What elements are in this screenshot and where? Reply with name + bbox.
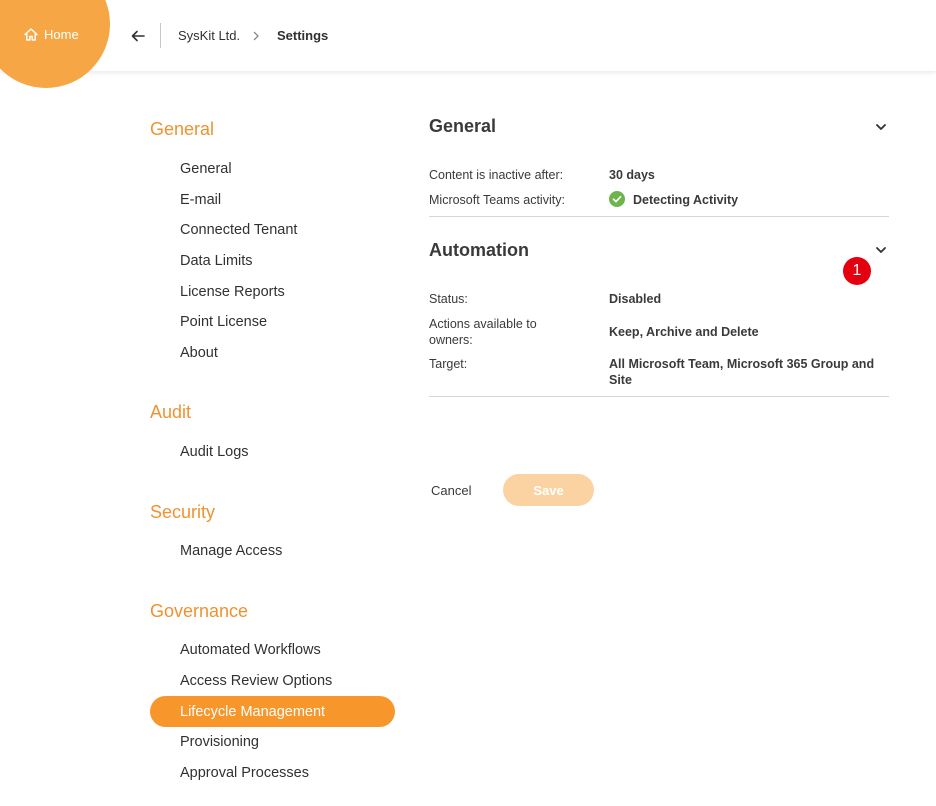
sidebar-item-provisioning[interactable]: Provisioning [180, 734, 259, 750]
home-icon [24, 28, 38, 41]
home-button[interactable]: Home [24, 27, 79, 42]
check-circle-icon [609, 191, 625, 207]
actions-label: Actions available to owners: [429, 317, 537, 347]
top-bar: Home SysKit Ltd. Settings [0, 0, 936, 88]
inactive-after-value: 30 days [609, 168, 655, 182]
nav-group-audit: Audit [150, 402, 192, 422]
status-value: Disabled [609, 292, 662, 306]
sidebar-item-automated-workflows[interactable]: Automated Workflows [180, 642, 321, 658]
target-value: All Microsoft Team, Microsoft 365 Group … [609, 357, 875, 387]
sidebar-item-lifecycle-management[interactable]: Lifecycle Management [180, 704, 325, 720]
header-divider [160, 23, 161, 48]
home-label: Home [44, 27, 79, 42]
sidebar-item-general[interactable]: General [180, 161, 232, 177]
general-section-title: General [429, 116, 497, 136]
sidebar-item-connected-tenant[interactable]: Connected Tenant [180, 222, 297, 238]
inactive-after-label: Content is inactive after: [429, 168, 564, 182]
teams-activity-label: Microsoft Teams activity: [429, 193, 565, 207]
automation-section-title: Automation [429, 240, 529, 260]
sidebar-item-email[interactable]: E-mail [180, 192, 221, 208]
callout-badge: 1 [843, 257, 871, 285]
nav-group-governance: Governance [150, 601, 249, 621]
sidebar-item-manage-access[interactable]: Manage Access [180, 543, 282, 559]
target-label: Target: [429, 357, 468, 371]
nav-group-general: General [150, 119, 215, 139]
sidebar-item-point-license[interactable]: Point License [180, 314, 267, 330]
sidebar-item-access-review-options[interactable]: Access Review Options [180, 673, 332, 689]
arrow-left-icon[interactable] [130, 28, 146, 44]
nav-group-security: Security [150, 502, 216, 522]
actions-value: Keep, Archive and Delete [609, 325, 759, 339]
save-button[interactable]: Save [503, 474, 594, 506]
breadcrumb-current: Settings [277, 28, 329, 43]
chevron-down-icon[interactable] [874, 243, 888, 257]
sidebar-item-license-reports[interactable]: License Reports [180, 284, 285, 300]
breadcrumb-tenant[interactable]: SysKit Ltd. [178, 28, 240, 43]
status-label: Status: [429, 292, 468, 306]
sidebar-item-about[interactable]: About [180, 345, 218, 361]
chevron-right-icon [251, 29, 261, 41]
section-divider [429, 216, 889, 217]
sidebar-item-approval-processes[interactable]: Approval Processes [180, 765, 309, 781]
sidebar-item-audit-logs[interactable]: Audit Logs [180, 444, 249, 460]
cancel-button[interactable]: Cancel [431, 483, 471, 498]
sidebar-item-data-limits[interactable]: Data Limits [180, 253, 253, 269]
teams-activity-value: Detecting Activity [633, 193, 739, 207]
section-divider [429, 396, 889, 397]
chevron-down-icon[interactable] [874, 120, 888, 134]
home-blob [0, 0, 110, 88]
